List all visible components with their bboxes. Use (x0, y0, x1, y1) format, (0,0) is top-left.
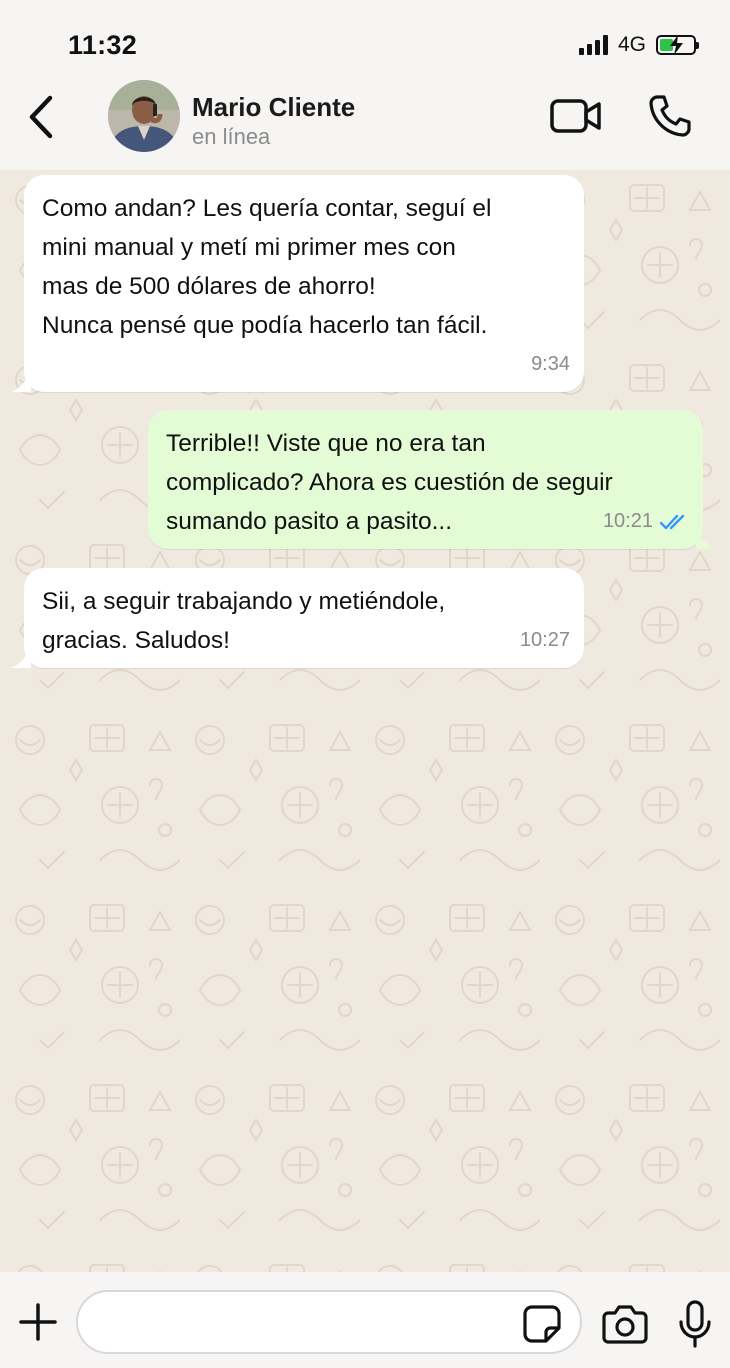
camera-icon (602, 1305, 648, 1344)
camera-button[interactable] (602, 1304, 648, 1344)
contact-photo (108, 80, 180, 152)
plus-icon (19, 1303, 57, 1341)
bubble-tail (11, 646, 31, 668)
video-call-button[interactable] (550, 96, 602, 136)
sticker-button[interactable] (522, 1304, 562, 1344)
message-time: 10:27 (519, 629, 570, 651)
sticker-icon (523, 1305, 561, 1343)
voice-call-button[interactable] (648, 94, 692, 138)
phone-icon (649, 95, 691, 137)
message-bubble-incoming[interactable]: Como andan? Les quería contar, seguí el … (11, 175, 584, 392)
message-time: 10:21 (602, 510, 653, 532)
network-label: 4G (617, 33, 646, 56)
message-meta: 9:34 (531, 345, 570, 384)
back-button[interactable] (22, 94, 62, 140)
message-input[interactable] (76, 1290, 582, 1354)
microphone-icon (679, 1300, 711, 1348)
message-bubble-incoming[interactable]: Sii, a seguir trabajando y metiéndole, g… (11, 568, 584, 668)
contact-status: en línea (192, 124, 271, 149)
status-time: 11:32 (68, 30, 138, 60)
charging-bolt-icon (670, 35, 683, 55)
chat-header: Mario Cliente en línea (0, 80, 730, 170)
signal-icon (578, 35, 608, 55)
composer-bar (0, 1272, 730, 1368)
back-icon (29, 95, 53, 139)
battery-icon (656, 35, 699, 55)
bubble-tail (11, 370, 31, 392)
attach-button[interactable] (18, 1302, 58, 1342)
avatar[interactable] (108, 80, 180, 152)
contact-name[interactable]: Mario Cliente (192, 92, 355, 123)
chat-area[interactable]: Como andan? Les quería contar, seguí el … (0, 170, 730, 1272)
message-bubble-outgoing[interactable]: Terrible!! Viste que no era tan complica… (148, 410, 716, 549)
message-meta: 10:27 (520, 621, 570, 660)
microphone-button[interactable] (678, 1300, 712, 1348)
message-meta: 10:21 (603, 502, 689, 541)
video-call-icon (550, 99, 601, 133)
double-check-icon (659, 514, 685, 529)
message-time: 9:34 (531, 353, 570, 375)
message-text: Como andan? Les quería contar, seguí el … (42, 195, 492, 339)
message-text: Sii, a seguir trabajando y metiéndole, g… (42, 588, 446, 654)
bubble-tail (696, 527, 716, 549)
status-bar: 11:32 4G (0, 0, 730, 82)
status-indicators: 4G (578, 32, 699, 58)
